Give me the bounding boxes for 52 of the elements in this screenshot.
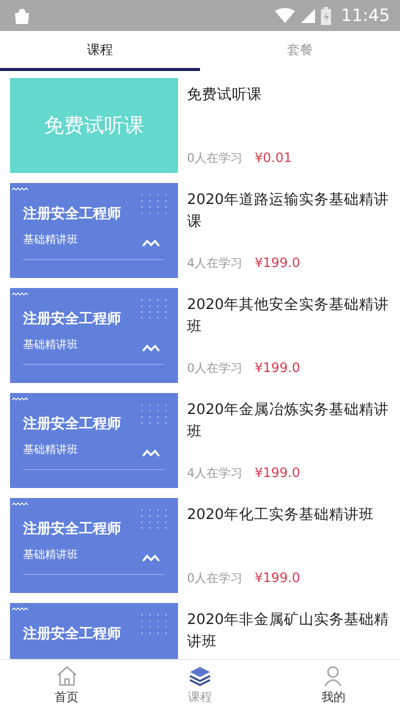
wave-icon (142, 554, 160, 562)
dot-grid-icon (140, 403, 170, 425)
course-title[interactable]: 2020年道路运输实务基础精讲课 (187, 189, 392, 233)
cover-title: 注册安全工程师 (23, 205, 122, 223)
cover-subtitle: 基础精讲班 (23, 547, 78, 562)
learner-count: 4人在学习 (187, 255, 243, 272)
squiggle-icon (12, 607, 28, 611)
cover-title: 注册安全工程师 (23, 310, 122, 328)
dot-grid-icon (140, 508, 170, 530)
wave-icon (142, 344, 160, 352)
course-cover[interactable]: 注册安全工程师 基础精讲班 (10, 288, 178, 383)
home-icon (56, 665, 78, 687)
course-price: ¥199.0 (254, 256, 300, 271)
status-time: 11:45 (341, 6, 390, 26)
learner-count: 4人在学习 (187, 465, 243, 482)
wifi-icon (275, 8, 295, 24)
wave-icon (142, 239, 160, 247)
dot-grid-icon (140, 193, 170, 215)
course-price: ¥199.0 (254, 361, 300, 376)
cover-title: 注册安全工程师 (23, 415, 122, 433)
course-title[interactable]: 2020年非金属矿山实务基础精讲班 (187, 609, 392, 653)
layers-icon (188, 665, 211, 687)
squiggle-icon (12, 397, 28, 401)
learner-count: 0人在学习 (187, 360, 243, 377)
squiggle-icon (12, 292, 28, 296)
cover-title: 免费试听课 (44, 112, 144, 139)
signal-icon (301, 8, 315, 22)
dot-grid-icon (140, 298, 170, 320)
cover-title: 注册安全工程师 (23, 625, 122, 643)
squiggle-icon (12, 187, 28, 191)
wave-icon (142, 449, 160, 457)
squiggle-icon (12, 502, 28, 506)
learner-count: 0人在学习 (187, 570, 243, 587)
course-price: ¥0.01 (254, 151, 292, 166)
course-title[interactable]: 2020年金属冶炼实务基础精讲班 (187, 399, 392, 443)
battery-icon (321, 6, 331, 24)
course-title[interactable]: 免费试听课 (187, 84, 392, 106)
cover-subtitle: 基础精讲班 (23, 442, 78, 457)
cover-subtitle: 基础精讲班 (23, 337, 78, 352)
cover-subtitle: 基础精讲班 (23, 232, 78, 247)
course-cover[interactable]: 注册安全工程师 基础精讲班 (10, 183, 178, 278)
course-price: ¥199.0 (254, 571, 300, 586)
person-icon (322, 665, 344, 687)
dot-grid-icon (140, 613, 170, 635)
course-cover[interactable]: 注册安全工程师 基础精讲班 (10, 498, 178, 593)
course-title[interactable]: 2020年化工实务基础精讲班 (187, 504, 392, 526)
course-cover[interactable]: 注册安全工程师 (10, 603, 178, 659)
cover-title: 注册安全工程师 (23, 520, 122, 538)
learner-count: 0人在学习 (187, 150, 243, 167)
course-cover[interactable]: 注册安全工程师 基础精讲班 (10, 393, 178, 488)
course-price: ¥199.0 (254, 466, 300, 481)
course-title[interactable]: 2020年其他安全实务基础精讲班 (187, 294, 392, 338)
